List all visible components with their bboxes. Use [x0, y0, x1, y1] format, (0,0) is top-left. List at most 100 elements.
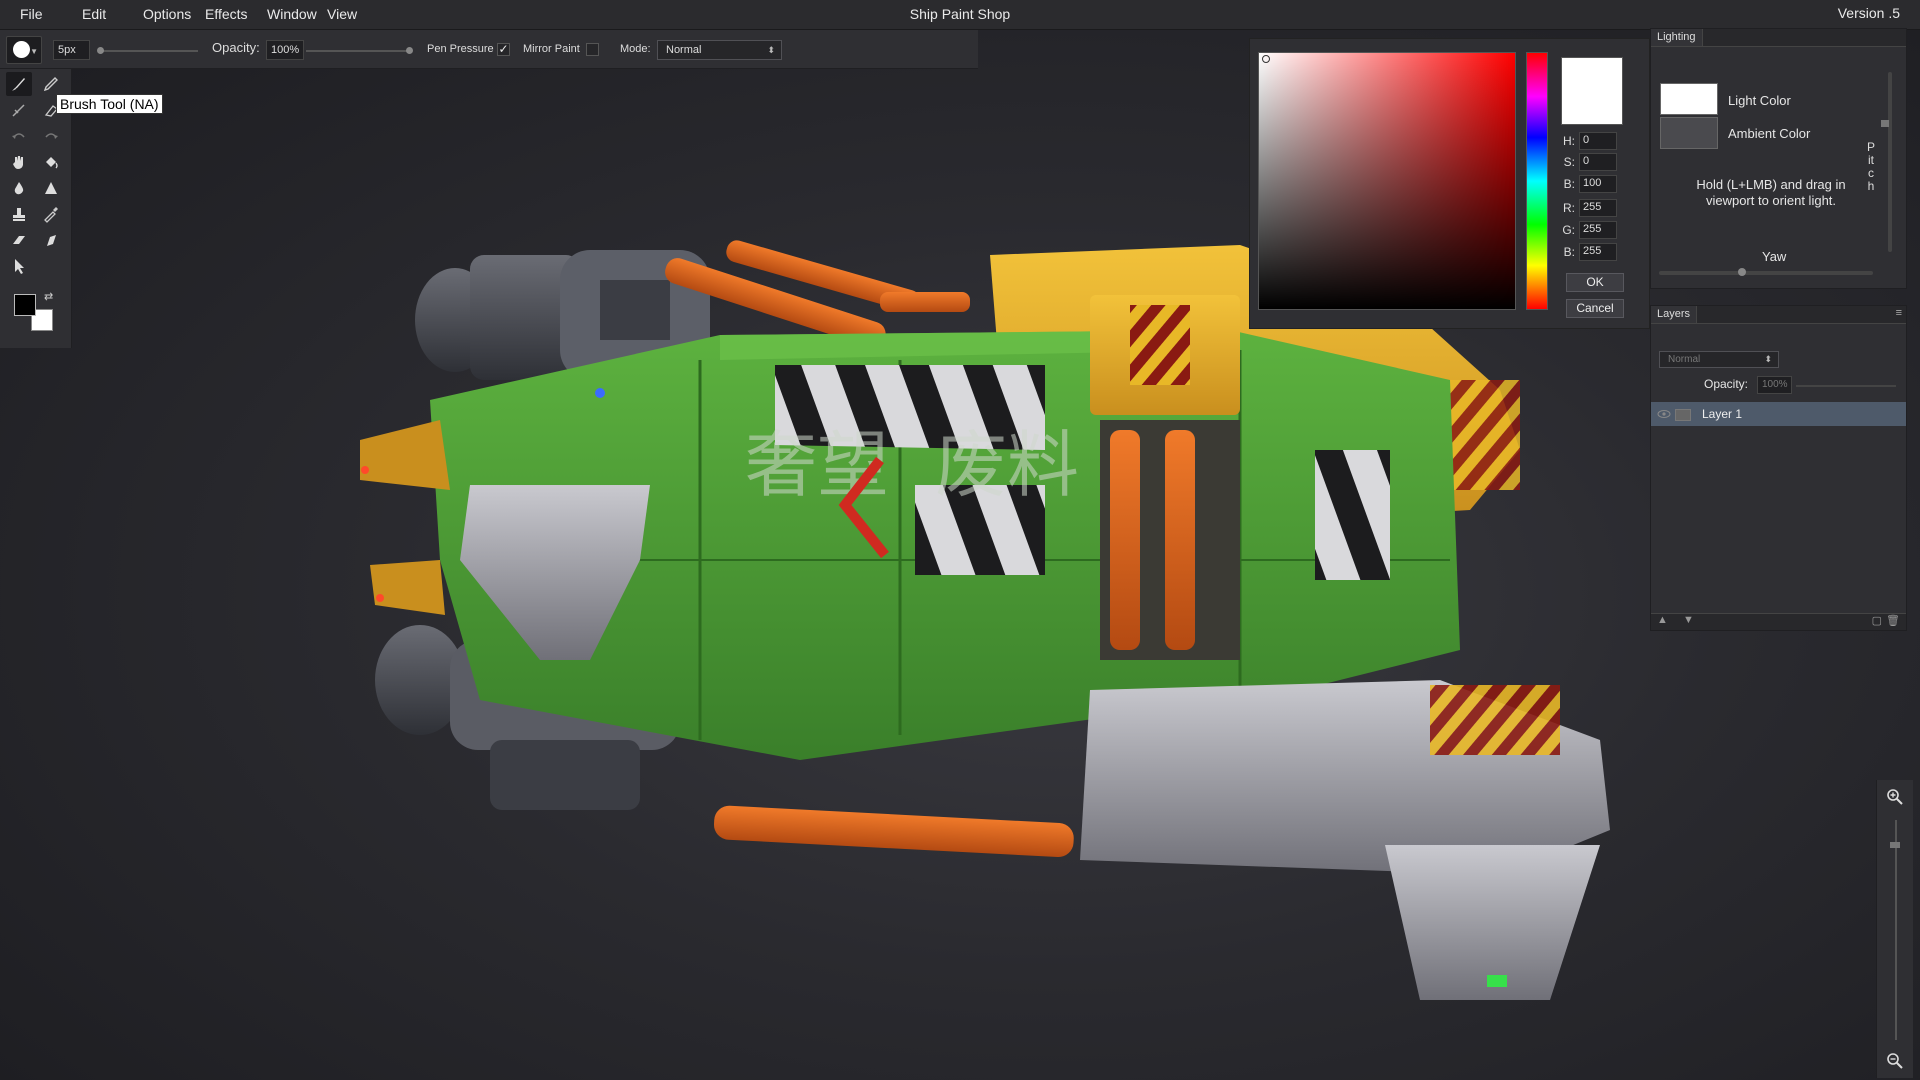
- brush-size-slider-knob[interactable]: [97, 47, 104, 54]
- hand-icon: [13, 156, 23, 169]
- brush-preset-picker[interactable]: ▼: [6, 36, 42, 64]
- opacity-slider[interactable]: [306, 50, 412, 52]
- redo-icon: [45, 133, 58, 139]
- brush-size-field[interactable]: 5px: [53, 40, 90, 60]
- pitch-slider-knob[interactable]: [1881, 120, 1889, 127]
- hue-input[interactable]: 0: [1579, 132, 1617, 150]
- opacity-slider-knob[interactable]: [406, 47, 413, 54]
- fill-tool[interactable]: [38, 150, 64, 174]
- menu-bar: File Edit Options Effects Window View Sh…: [0, 0, 1920, 30]
- spray-icon: [47, 235, 56, 246]
- water-drop-icon: [14, 182, 24, 195]
- ok-button[interactable]: OK: [1566, 273, 1624, 292]
- lighting-hint: Hold (L+LMB) and drag in viewport to ori…: [1696, 177, 1846, 208]
- cancel-button[interactable]: Cancel: [1566, 299, 1624, 318]
- menu-effects[interactable]: Effects: [205, 6, 248, 22]
- triangle-icon: [45, 182, 57, 194]
- hull-text-right: 废料: [935, 423, 1079, 507]
- layer-opacity-label: Opacity:: [1704, 377, 1749, 391]
- sharpen-tool[interactable]: [38, 176, 64, 200]
- layers-panel-header: Layers ≡: [1651, 306, 1906, 324]
- green-label: G:: [1562, 223, 1575, 237]
- lighting-panel-header: Lighting: [1651, 29, 1906, 47]
- hull-text-left: 奢望: [745, 423, 889, 507]
- layers-panel: Layers ≡ Normal ⬍ Opacity: 100% Layer 1 …: [1650, 305, 1907, 631]
- color-cursor[interactable]: [1262, 55, 1270, 63]
- undo-button[interactable]: [6, 124, 32, 148]
- pitch-label: Pitch: [1866, 140, 1875, 193]
- hue-slider[interactable]: [1526, 52, 1548, 310]
- pen-pressure-label: Pen Pressure: [427, 43, 494, 55]
- tab-lighting[interactable]: Lighting: [1651, 29, 1703, 46]
- eyedropper-icon: [44, 207, 58, 223]
- swap-colors-icon[interactable]: ⇄: [44, 290, 53, 303]
- blue-label: B:: [1563, 245, 1575, 259]
- ambient-color-label: Ambient Color: [1728, 126, 1811, 141]
- blur-tool[interactable]: [6, 176, 32, 200]
- blend-mode-select[interactable]: Normal ⬍: [1659, 351, 1779, 368]
- menu-edit[interactable]: Edit: [82, 6, 106, 22]
- saturation-row: S: 0: [1561, 153, 1631, 172]
- light-color-label: Light Color: [1728, 93, 1791, 108]
- brush-tool[interactable]: [6, 72, 32, 96]
- move-layer-up-icon[interactable]: ▲: [1657, 614, 1668, 626]
- mode-select-value: Normal: [666, 44, 702, 56]
- red-input[interactable]: 255: [1579, 199, 1617, 217]
- menu-options[interactable]: Options: [143, 6, 191, 22]
- move-layer-down-icon[interactable]: ▼: [1683, 614, 1694, 626]
- blue-input[interactable]: 255: [1579, 243, 1617, 261]
- saturation-input[interactable]: 0: [1579, 153, 1617, 171]
- select-tool[interactable]: [6, 254, 32, 278]
- color-preview-swatch: [1561, 57, 1623, 125]
- layer-row[interactable]: Layer 1: [1651, 402, 1906, 426]
- foreground-color-swatch[interactable]: [14, 294, 36, 316]
- updown-arrow-icon: ⬍: [767, 45, 775, 55]
- saturation-brightness-field[interactable]: [1258, 52, 1516, 310]
- zoom-slider-knob[interactable]: [1890, 842, 1900, 848]
- mode-select[interactable]: Normal ⬍: [657, 40, 782, 60]
- tab-layers[interactable]: Layers: [1651, 306, 1698, 323]
- brush-shape-icon: [13, 41, 30, 58]
- undo-icon: [12, 133, 25, 139]
- zoom-slider[interactable]: [1895, 820, 1897, 1040]
- stamp-tool[interactable]: [6, 202, 32, 226]
- eye-icon[interactable]: [1657, 409, 1671, 419]
- eyedropper-tool[interactable]: [38, 202, 64, 226]
- brightness-label: B:: [1563, 177, 1575, 191]
- smudge-tool[interactable]: [6, 98, 32, 122]
- layer-opacity-slider[interactable]: [1796, 385, 1896, 387]
- panel-menu-icon[interactable]: ≡: [1896, 307, 1902, 319]
- gradient-tool[interactable]: [6, 228, 32, 252]
- light-color-swatch[interactable]: [1660, 83, 1718, 115]
- brush-tool-tooltip: Brush Tool (NA): [56, 94, 163, 114]
- pen-pressure-checkbox[interactable]: ✓: [497, 43, 510, 56]
- zoom-in-icon[interactable]: [1886, 788, 1904, 806]
- blue-row: B: 255: [1561, 243, 1631, 262]
- delete-layer-icon[interactable]: 🗑: [1886, 614, 1900, 627]
- chevron-down-icon: ▼: [30, 47, 38, 56]
- mirror-paint-checkbox[interactable]: [586, 43, 599, 56]
- yaw-slider[interactable]: [1659, 271, 1873, 275]
- layer-opacity-field[interactable]: 100%: [1757, 376, 1792, 394]
- zoom-out-icon[interactable]: [1886, 1052, 1904, 1070]
- pan-tool[interactable]: [6, 150, 32, 174]
- pencil-tool[interactable]: [38, 72, 64, 96]
- stencil-tool[interactable]: [38, 228, 64, 252]
- opacity-field[interactable]: 100%: [266, 40, 304, 60]
- yaw-slider-knob[interactable]: [1738, 268, 1746, 276]
- layer-name: Layer 1: [1702, 407, 1743, 421]
- hue-row: H: 0: [1561, 132, 1631, 151]
- ambient-color-swatch[interactable]: [1660, 117, 1718, 149]
- pitch-slider[interactable]: [1888, 72, 1892, 252]
- redo-button[interactable]: [38, 124, 64, 148]
- menu-window[interactable]: Window: [267, 6, 317, 22]
- cursor-arrow-icon: [15, 259, 24, 274]
- new-layer-icon[interactable]: ▢: [1872, 614, 1882, 627]
- smudge-brush-icon: [12, 104, 25, 117]
- green-input[interactable]: 255: [1579, 221, 1617, 239]
- updown-arrow-icon: ⬍: [1764, 354, 1772, 364]
- brush-size-slider[interactable]: [98, 50, 198, 52]
- menu-view[interactable]: View: [327, 6, 357, 22]
- brightness-input[interactable]: 100: [1579, 175, 1617, 193]
- menu-file[interactable]: File: [20, 6, 43, 22]
